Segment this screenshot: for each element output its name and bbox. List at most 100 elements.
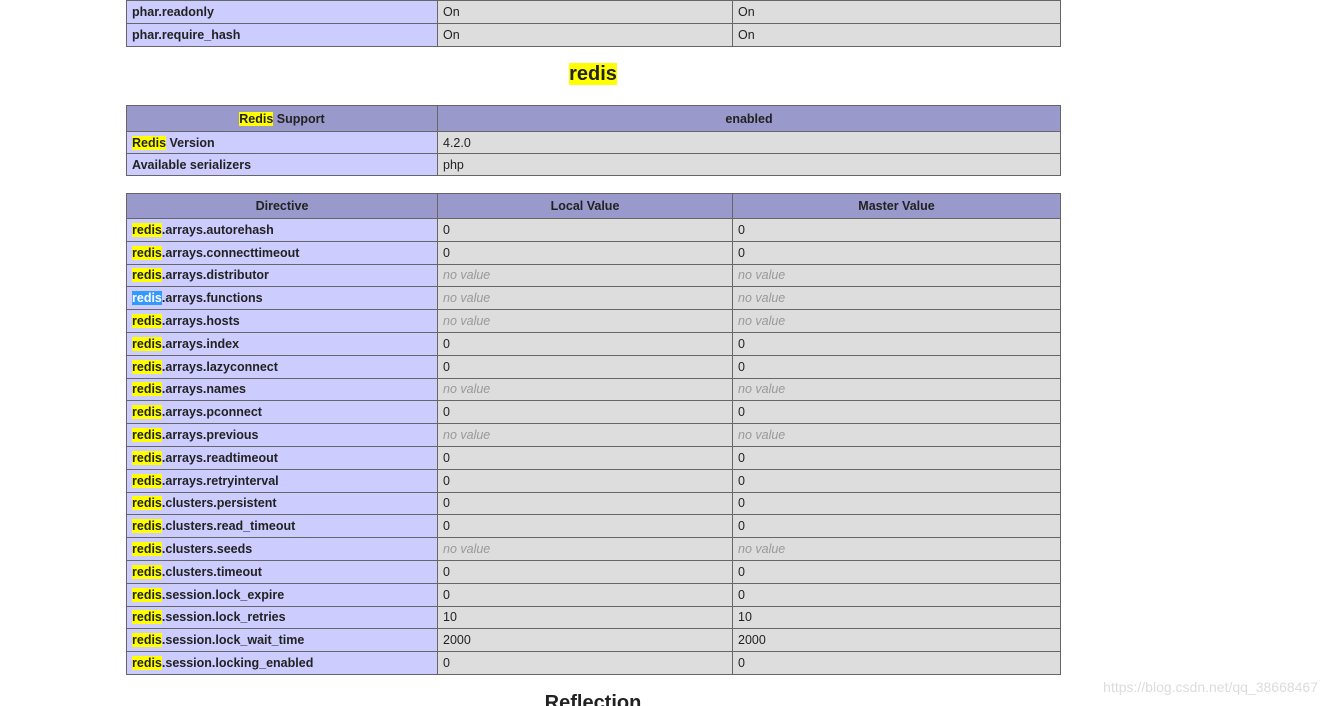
local-value: 0 (437, 582, 733, 607)
search-highlight: redis (132, 633, 162, 648)
no-value-text: no value (443, 291, 491, 306)
directive-suffix: .arrays.autorehash (161, 222, 274, 237)
master-value: On (732, 23, 1061, 47)
master-value: 2000 (732, 628, 1061, 653)
directive-suffix: .arrays.pconnect (161, 405, 262, 420)
directive-name: redis.clusters.timeout (126, 559, 438, 584)
directive-name: redis.session.lock_retries (126, 605, 438, 630)
directive-suffix: .arrays.previous (161, 428, 259, 443)
directive-name: redis.session.lock_expire (126, 582, 438, 607)
local-value: no value (437, 263, 733, 288)
redis-support-table: Redis Support enabled Redis Version 4.2.… (126, 105, 1061, 176)
support-status: enabled (437, 105, 1061, 132)
directive-rows: redis.arrays.autorehash 0 0 redis.arrays.co… (126, 218, 1061, 675)
table-row: redis.clusters.seeds no value no value (126, 537, 1061, 561)
search-highlight: redis (132, 496, 162, 511)
no-value-text: no value (738, 314, 786, 329)
directive-name: redis.clusters.read_timeout (126, 514, 438, 539)
table-row: redis.session.locking_enabled 0 0 (126, 651, 1061, 675)
search-highlight: redis (132, 656, 162, 671)
search-highlight: redis (132, 405, 162, 420)
local-value: 0 (437, 559, 733, 584)
local-value: 0 (437, 491, 733, 516)
local-value: 0 (437, 331, 733, 356)
directive-suffix: .clusters.seeds (161, 542, 253, 557)
local-value: no value (437, 309, 733, 333)
support-header-label: Support (273, 111, 325, 126)
master-value: 0 (732, 559, 1061, 584)
local-value: 2000 (437, 628, 733, 653)
search-highlight: redis (132, 245, 162, 260)
directive-suffix: .clusters.read_timeout (161, 519, 296, 534)
directive-suffix: .arrays.names (161, 382, 246, 397)
directive-suffix: .session.lock_expire (161, 587, 285, 602)
master-value: no value (732, 537, 1061, 561)
local-value: no value (437, 423, 733, 447)
search-highlight: redis (132, 450, 162, 465)
search-highlight: redis (132, 336, 162, 351)
local-value: 0 (437, 514, 733, 539)
table-row: redis.arrays.hosts no value no value (126, 309, 1061, 333)
search-highlight: redis (132, 314, 162, 329)
table-header-row: Redis Support enabled (126, 105, 1061, 132)
search-highlight: redis (132, 610, 162, 625)
directive-suffix: .arrays.readtimeout (161, 450, 278, 465)
directive-name: redis.arrays.functions (126, 286, 438, 311)
directive-name: redis.arrays.hosts (126, 309, 438, 333)
redis-directives-table: Directive Local Value Master Value redis… (126, 193, 1061, 675)
master-value: 0 (732, 400, 1061, 425)
local-value: 0 (437, 651, 733, 675)
directive-suffix: .session.lock_retries (161, 610, 286, 625)
table-row: redis.clusters.timeout 0 0 (126, 559, 1061, 584)
column-header-local: Local Value (437, 193, 733, 219)
table-row: redis.clusters.persistent 0 0 (126, 491, 1061, 516)
directive-name: redis.clusters.seeds (126, 537, 438, 561)
search-highlight: redis (132, 542, 162, 557)
table-row: redis.arrays.distributor no value no value (126, 263, 1061, 288)
master-value: no value (732, 286, 1061, 311)
directive-name: redis.arrays.pconnect (126, 400, 438, 425)
section-title-reflection: Reflection (544, 692, 642, 706)
master-value: no value (732, 423, 1061, 447)
no-value-text: no value (738, 428, 786, 443)
info-value: 4.2.0 (437, 131, 1061, 154)
local-value: 10 (437, 605, 733, 630)
master-value: 0 (732, 331, 1061, 356)
master-value: no value (732, 263, 1061, 288)
directive-name: redis.arrays.index (126, 331, 438, 356)
info-name-label: Version (166, 135, 215, 150)
directive-suffix: .arrays.lazyconnect (161, 359, 278, 374)
phar-table: phar.readonly On On phar.require_hash On… (126, 0, 1061, 47)
search-highlight: redis (132, 519, 162, 534)
table-row: redis.session.lock_wait_time 2000 2000 (126, 628, 1061, 653)
table-row: redis.arrays.lazyconnect 0 0 (126, 354, 1061, 379)
directive-suffix: .arrays.distributor (161, 268, 269, 283)
directive-name: redis.arrays.previous (126, 423, 438, 447)
search-highlight: Redis (239, 111, 274, 126)
directive-name: redis.arrays.autorehash (126, 218, 438, 242)
local-value: 0 (437, 240, 733, 265)
no-value-text: no value (738, 542, 786, 557)
table-row: redis.session.lock_retries 10 10 (126, 605, 1061, 630)
search-highlight: redis (132, 428, 162, 443)
search-highlight: redis (132, 359, 162, 374)
info-value: php (437, 153, 1061, 176)
table-row: redis.arrays.functions no value no value (126, 286, 1061, 311)
no-value-text: no value (738, 268, 786, 283)
section-title-redis: redis (126, 63, 1060, 86)
directive-name: redis.arrays.connecttimeout (126, 240, 438, 265)
directive-suffix: .arrays.hosts (161, 314, 240, 329)
no-value-text: no value (443, 268, 491, 283)
directive-suffix: .arrays.functions (161, 291, 263, 306)
directive-suffix: .clusters.persistent (161, 496, 277, 511)
info-name: Redis Version (126, 131, 438, 154)
directive-name: redis.arrays.retryinterval (126, 468, 438, 493)
local-value: On (437, 0, 733, 24)
selected-text: redis (132, 291, 162, 306)
search-highlight: redis (132, 382, 162, 397)
no-value-text: no value (443, 314, 491, 329)
support-header: Redis Support (126, 105, 438, 132)
master-value: 0 (732, 218, 1061, 242)
master-value: 0 (732, 651, 1061, 675)
table-row: redis.arrays.names no value no value (126, 377, 1061, 402)
